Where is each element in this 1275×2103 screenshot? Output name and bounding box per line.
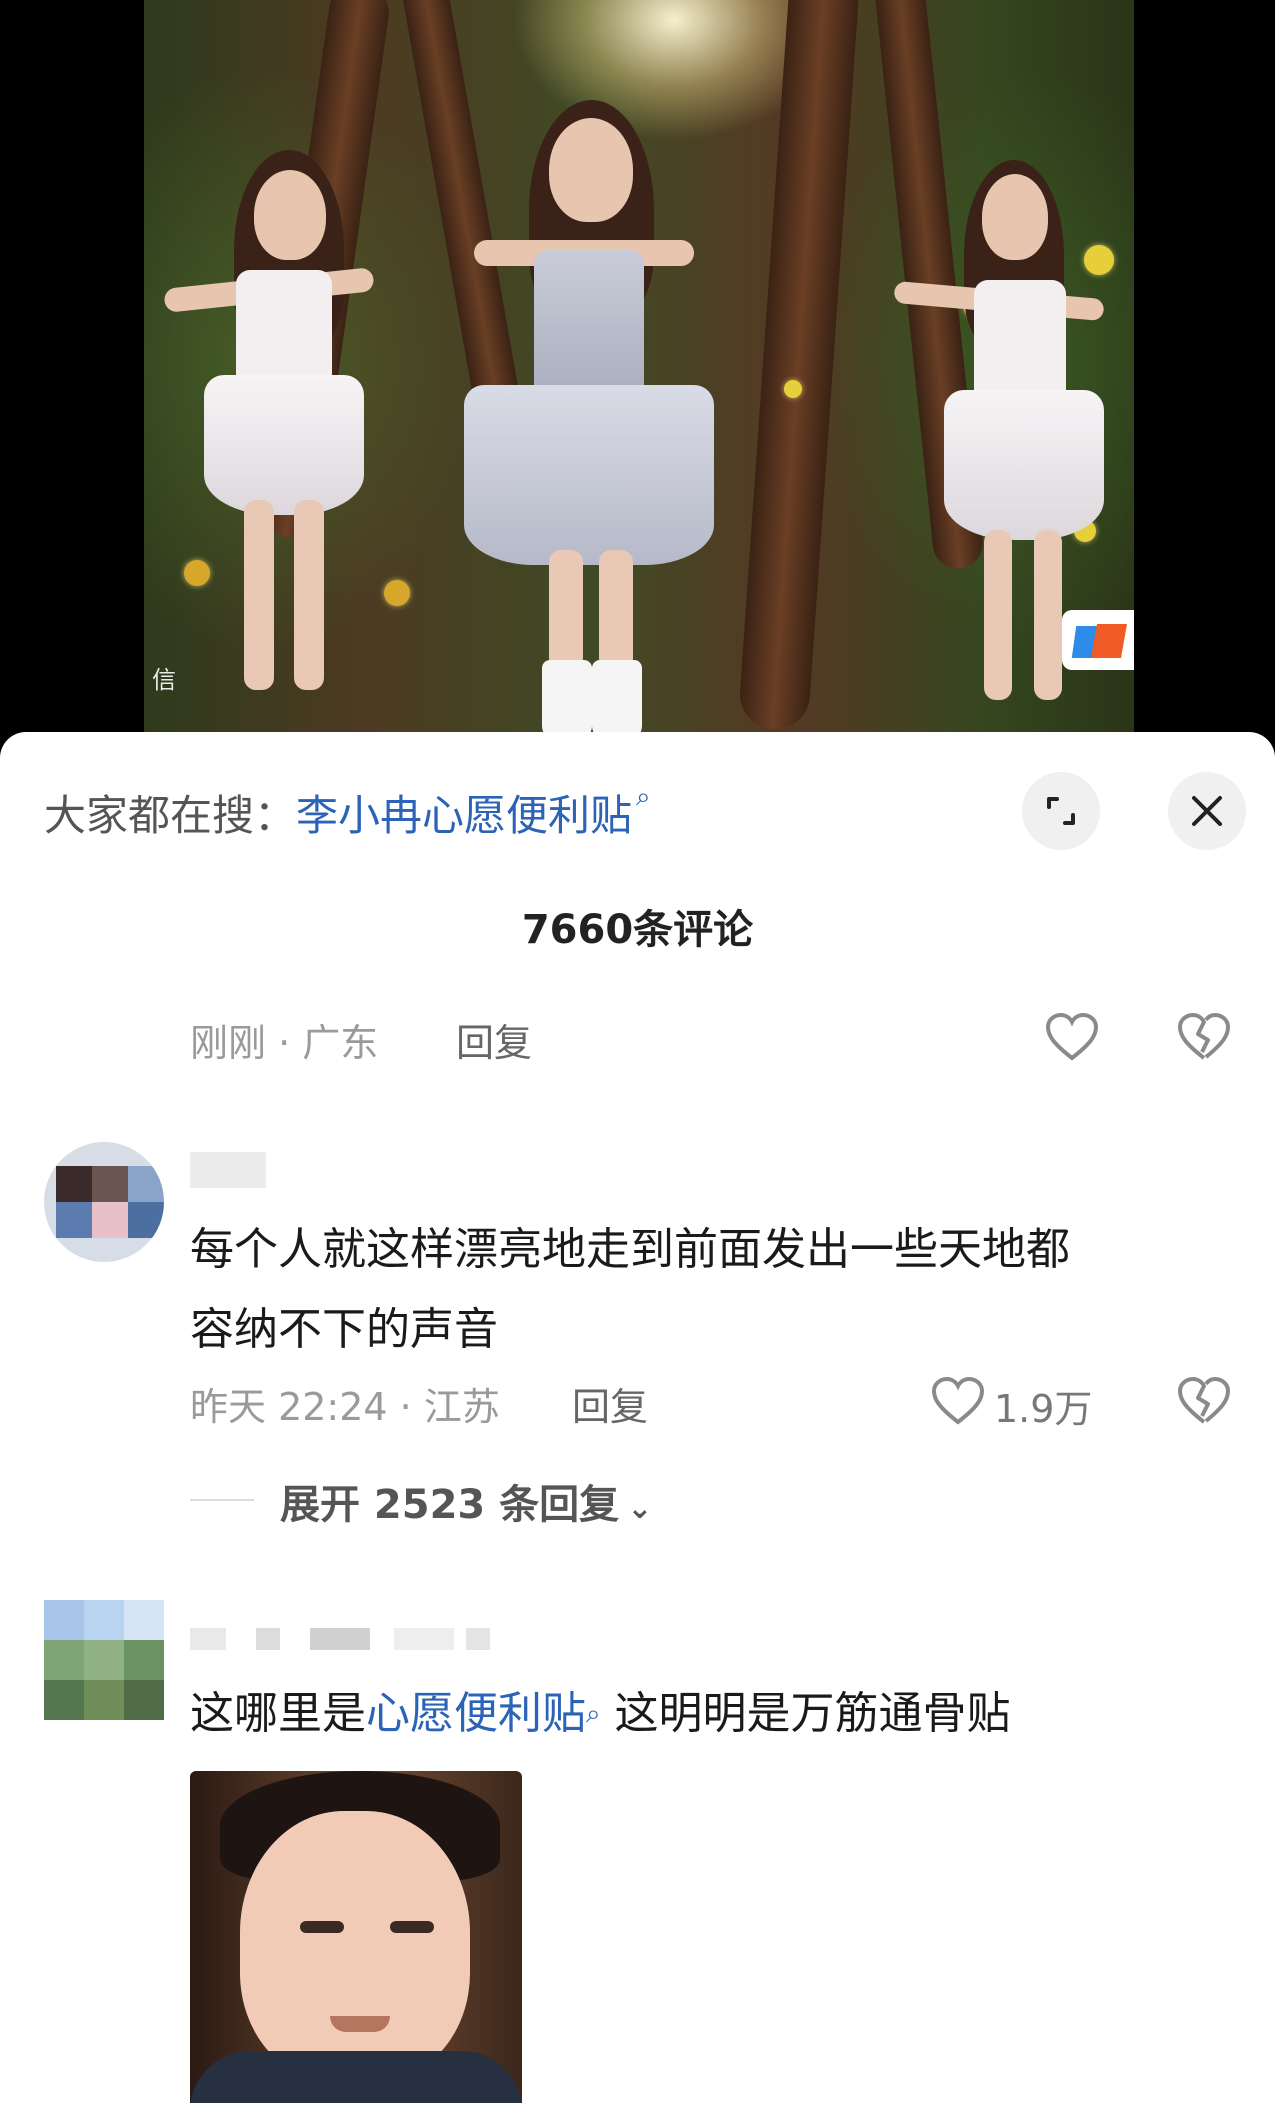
comment-keyword-link[interactable]: 心愿便利贴 [366, 1688, 586, 1739]
avatar[interactable] [44, 1600, 164, 1720]
expand-replies-label: 展开 2523 条回复 [280, 1482, 620, 1528]
scenery-flower [384, 580, 410, 606]
comment-text: 这哪里是心愿便利贴⌕ 这明明是万筋通骨贴 [190, 1674, 1250, 1754]
search-icon: ⌕ [636, 782, 651, 812]
search-suggestion[interactable]: 大家都在搜：李小冉心愿便利贴 ⌕ [44, 782, 651, 843]
comment-time-location: 昨天 22:24 · 江苏 [190, 1385, 500, 1429]
like-heart-icon[interactable] [930, 1376, 986, 1426]
expand-icon [1047, 797, 1075, 825]
dislike-broken-heart-icon[interactable] [1176, 1376, 1232, 1426]
search-prefix: 大家都在搜： [44, 791, 297, 840]
comment-text-line: 容纳不下的声音 [190, 1304, 498, 1355]
comment-text-segment: 这明明是万筋通骨贴 [600, 1688, 1011, 1739]
search-icon: ⌕ [586, 1699, 601, 1729]
comment-text: 每个人就这样漂亮地走到前面发出一些天地都 容纳不下的声音 [190, 1210, 1240, 1370]
video-watermark-text: 信 [152, 666, 176, 694]
scenery-flower [784, 380, 802, 398]
reply-button[interactable]: 回复 [572, 1376, 648, 1431]
close-button[interactable] [1168, 772, 1246, 850]
search-keyword-link[interactable]: 李小冉心愿便利贴 [296, 791, 632, 840]
close-icon [1192, 796, 1222, 826]
avatar[interactable] [44, 1142, 164, 1262]
comment-text-segment: 这哪里是 [190, 1688, 366, 1739]
mango-tv-logo-icon [1062, 610, 1134, 670]
comment-text-line: 每个人就这样漂亮地走到前面发出一些天地都 [190, 1224, 1070, 1275]
dancer-center [434, 100, 734, 740]
reply-button[interactable]: 回复 [456, 1012, 532, 1067]
dislike-broken-heart-icon[interactable] [1176, 1012, 1232, 1062]
chevron-down-icon: ⌄ [627, 1491, 653, 1526]
dancer-left [163, 150, 384, 740]
scenery-trunk [737, 0, 861, 732]
video-player[interactable] [144, 0, 1134, 740]
expand-divider [190, 1499, 254, 1501]
username-blurred[interactable] [190, 1152, 266, 1188]
expand-button[interactable] [1022, 772, 1100, 850]
comment-sticker-image[interactable] [190, 1771, 522, 2103]
expand-replies-button[interactable]: 展开 2523 条回复 ⌄ [280, 1472, 652, 1530]
comment-count-title: 7660条评论 [521, 907, 754, 953]
like-heart-icon[interactable] [1044, 1012, 1100, 1062]
comment-time-location: 刚刚 · 广东 [190, 1021, 379, 1065]
like-count: 1.9万 [994, 1387, 1093, 1431]
username-blurred[interactable] [190, 1628, 490, 1650]
